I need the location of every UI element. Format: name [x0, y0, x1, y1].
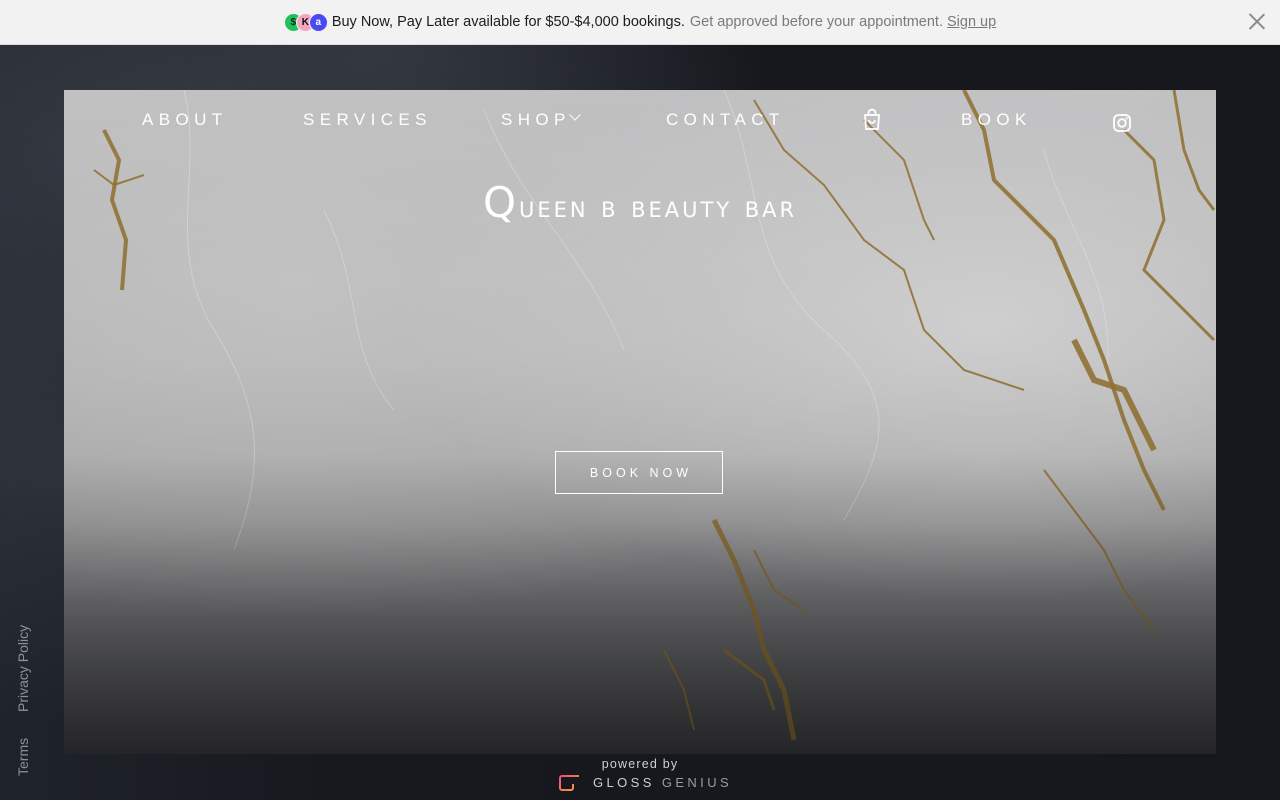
nav-item-shop[interactable]: SHOP: [501, 109, 581, 130]
shopping-bag-icon[interactable]: [862, 108, 882, 130]
hero-section: ABOUT SERVICES SHOP CONTACT BOOK Queen b…: [64, 90, 1216, 754]
page-title-initial: Q: [482, 178, 519, 227]
affirm-icon: a: [308, 13, 328, 32]
glossgenius-wordmark: GLOSS GENIUS: [593, 775, 732, 790]
instagram-icon[interactable]: [1113, 114, 1131, 132]
payment-provider-icons: $ K a: [283, 13, 328, 32]
glossgenius-wordmark-part2: GENIUS: [661, 774, 733, 790]
glossgenius-link[interactable]: GLOSS GENIUS: [559, 773, 732, 791]
nav-item-shop-label: SHOP: [501, 110, 571, 129]
banner-main-text: Buy Now, Pay Later available for $50-$4,…: [331, 14, 685, 30]
close-icon[interactable]: [1246, 10, 1268, 32]
glossgenius-logo-icon: [559, 774, 579, 791]
glossgenius-wordmark-part1: GLOSS: [593, 774, 655, 790]
banner-sub-text: Get approved before your appointment.: [689, 14, 943, 30]
page-title-rest: ueen b beauty bar: [519, 190, 798, 225]
promo-banner: $ K a Buy Now, Pay Later available for $…: [0, 0, 1280, 45]
book-now-button[interactable]: BOOK NOW: [555, 451, 723, 494]
sign-up-link[interactable]: Sign up: [947, 14, 996, 30]
nav-item-book[interactable]: BOOK: [961, 110, 1032, 130]
page: $ K a Buy Now, Pay Later available for $…: [0, 0, 1280, 800]
nav-item-contact[interactable]: CONTACT: [666, 110, 785, 130]
privacy-policy-link[interactable]: Privacy Policy: [15, 625, 31, 712]
powered-by-text: powered by: [601, 757, 679, 771]
nav-item-about[interactable]: ABOUT: [142, 110, 228, 130]
main-nav: ABOUT SERVICES SHOP CONTACT BOOK: [64, 108, 1216, 138]
page-title: Queen b beauty bar: [64, 178, 1216, 233]
nav-item-services[interactable]: SERVICES: [303, 110, 432, 130]
